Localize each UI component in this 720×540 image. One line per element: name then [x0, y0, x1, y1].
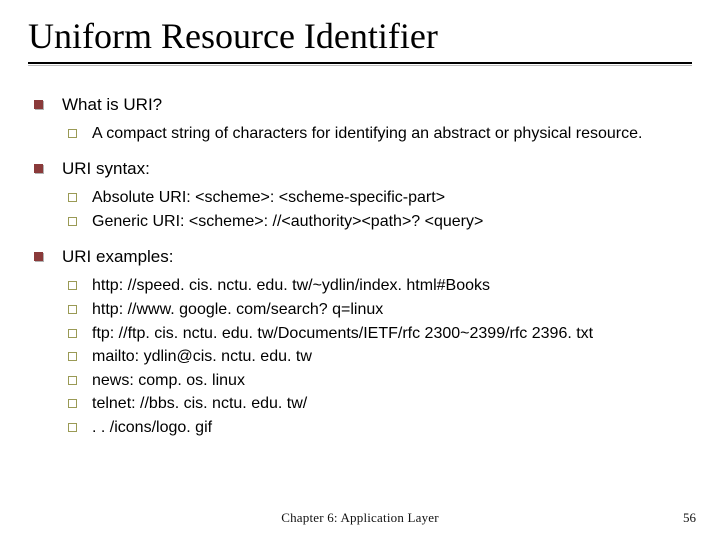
title-rule	[28, 62, 692, 64]
slide: Uniform Resource Identifier What is URI?…	[0, 0, 720, 540]
section-heading: URI syntax:	[62, 159, 150, 178]
footer-page-number: 56	[683, 510, 696, 526]
list-item: mailto: ydlin@cis. nctu. edu. tw	[62, 346, 692, 368]
section-uri-examples: URI examples: http: //speed. cis. nctu. …	[28, 246, 692, 438]
list-item: http: //speed. cis. nctu. edu. tw/~ydlin…	[62, 275, 692, 297]
title-rule-shadow	[28, 65, 692, 66]
list-item: telnet: //bbs. cis. nctu. edu. tw/	[62, 393, 692, 415]
bullet-list: What is URI? A compact string of charact…	[28, 94, 692, 439]
list-item: news: comp. os. linux	[62, 370, 692, 392]
list-item: http: //www. google. com/search? q=linux	[62, 299, 692, 321]
sub-list: Absolute URI: <scheme>: <scheme-specific…	[62, 187, 692, 232]
sub-list: http: //speed. cis. nctu. edu. tw/~ydlin…	[62, 275, 692, 438]
footer-chapter: Chapter 6: Application Layer	[0, 510, 720, 526]
slide-content: What is URI? A compact string of charact…	[28, 94, 692, 439]
list-item: ftp: //ftp. cis. nctu. edu. tw/Documents…	[62, 323, 692, 345]
sub-list: A compact string of characters for ident…	[62, 123, 692, 145]
section-what-is-uri: What is URI? A compact string of charact…	[28, 94, 692, 145]
list-item: Absolute URI: <scheme>: <scheme-specific…	[62, 187, 692, 209]
list-item: . . /icons/logo. gif	[62, 417, 692, 439]
list-item: Generic URI: <scheme>: //<authority><pat…	[62, 211, 692, 233]
list-item: A compact string of characters for ident…	[62, 123, 692, 145]
section-heading: URI examples:	[62, 247, 173, 266]
section-heading: What is URI?	[62, 95, 162, 114]
slide-title: Uniform Resource Identifier	[28, 18, 692, 56]
section-uri-syntax: URI syntax: Absolute URI: <scheme>: <sch…	[28, 158, 692, 232]
